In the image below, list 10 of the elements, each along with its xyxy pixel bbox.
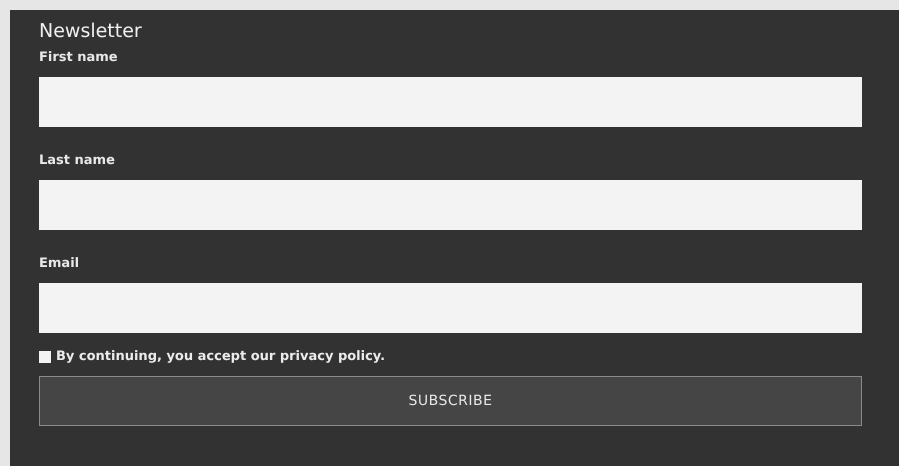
field-label: Email [39, 255, 80, 273]
input-field[interactable] [39, 77, 862, 127]
checkbox[interactable] [39, 350, 51, 362]
field-label: First name [39, 49, 118, 67]
input-field[interactable] [39, 283, 862, 333]
subscribe-button[interactable]: SUBSCRIBE [39, 376, 862, 426]
newsletter-title: Newsletter [39, 19, 143, 44]
input-field[interactable] [39, 180, 862, 230]
field-label: Last name [39, 152, 115, 170]
consent-label: By continuing, you accept our privacy policy. [56, 349, 386, 364]
